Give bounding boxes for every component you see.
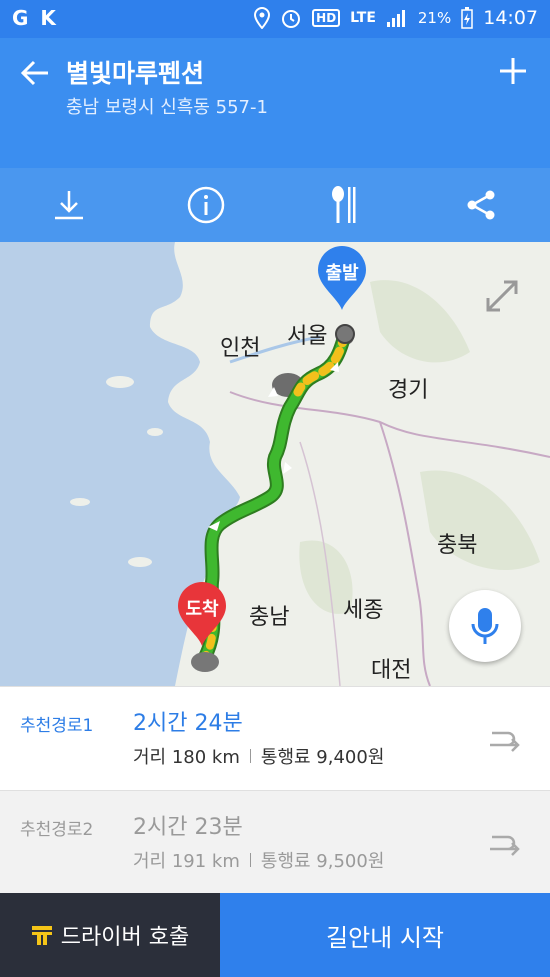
route-name: 추천경로1 — [20, 716, 94, 736]
voice-search-button[interactable] — [449, 590, 521, 662]
status-right-icons: HD LTE 21% 14:07 — [254, 7, 538, 29]
app-notification-icon: G — [12, 6, 29, 30]
status-bar: G K HD LTE 21% 14:07 — [0, 0, 550, 38]
clock: 14:07 — [483, 7, 538, 29]
route-time: 2시간 23분 — [133, 815, 243, 840]
route-distance: 거리 180 km — [133, 747, 240, 768]
expand-icon[interactable] — [482, 276, 522, 316]
route-option-1[interactable]: 추천경로1 2시간 24분 거리 180 km 통행료 9,400원 — [0, 686, 550, 790]
route-toll: 통행료 9,400원 — [260, 747, 385, 768]
route-name: 추천경로2 — [20, 820, 94, 840]
start-navigation-label: 길안내 시작 — [325, 923, 445, 952]
separator — [249, 749, 251, 763]
signal-icon — [386, 10, 405, 27]
bottom-actions: 드라이버 호출 길안내 시작 — [0, 893, 550, 977]
end-pin-label: 도착 — [185, 599, 219, 620]
route-compare-icon[interactable] — [486, 723, 520, 753]
restaurant-button[interactable] — [314, 175, 374, 235]
label-seoul: 서울 — [287, 324, 328, 349]
end-pin[interactable]: 도착 — [174, 582, 230, 648]
hd-icon: HD — [312, 9, 341, 27]
route-option-2[interactable]: 추천경로2 2시간 23분 거리 191 km 통행료 9,500원 — [0, 790, 550, 894]
label-chungnam: 충남 — [249, 605, 290, 630]
label-chungbuk: 충북 — [437, 533, 478, 558]
network-type: LTE — [350, 10, 376, 26]
status-left-icons: G K — [12, 6, 56, 30]
label-gyeonggi: 경기 — [388, 378, 429, 403]
action-toolbar — [0, 168, 550, 242]
route-toll: 통행료 9,500원 — [260, 851, 385, 872]
kakao-t-icon — [31, 926, 52, 945]
destination-header: 별빛마루펜션 충남 보령시 신흑동 557-1 — [0, 38, 550, 168]
label-incheon: 인천 — [220, 336, 261, 361]
battery-charging-icon — [461, 7, 473, 29]
battery-percent: 21% — [417, 9, 452, 27]
destination-address: 충남 보령시 신흑동 557-1 — [66, 97, 268, 118]
route-time: 2시간 24분 — [133, 711, 243, 736]
route-info: 거리 180 km 통행료 9,400원 — [133, 743, 384, 769]
driver-call-label: 드라이버 호출 — [60, 925, 190, 950]
microphone-icon — [471, 608, 499, 644]
start-pin[interactable]: 출발 — [314, 246, 370, 312]
alarm-icon — [282, 10, 301, 28]
download-button[interactable] — [39, 175, 99, 235]
kakao-notification-icon: K — [40, 6, 56, 30]
start-navigation-button[interactable]: 길안내 시작 — [220, 893, 550, 977]
destination-title: 별빛마루펜션 — [66, 59, 205, 88]
label-sejong: 세종 — [343, 598, 384, 623]
route-compare-icon[interactable] — [486, 827, 520, 857]
info-icon — [188, 186, 225, 224]
location-icon — [254, 7, 271, 29]
start-pin-label: 출발 — [325, 263, 359, 284]
share-icon — [467, 190, 495, 220]
info-button[interactable] — [176, 175, 236, 235]
route-distance: 거리 191 km — [133, 851, 240, 872]
route-map[interactable]: 인천 서울 경기 충북 충남 세종 대전 출발 도착 — [0, 242, 550, 686]
restaurant-icon — [331, 186, 356, 223]
share-button[interactable] — [451, 175, 511, 235]
route-info: 거리 191 km 통행료 9,500원 — [133, 847, 384, 873]
add-icon[interactable] — [498, 56, 528, 86]
separator — [249, 853, 251, 867]
back-arrow-icon[interactable] — [18, 56, 52, 90]
download-icon — [54, 191, 83, 220]
label-daejeon: 대전 — [371, 658, 412, 683]
driver-call-button[interactable]: 드라이버 호출 — [0, 893, 220, 977]
